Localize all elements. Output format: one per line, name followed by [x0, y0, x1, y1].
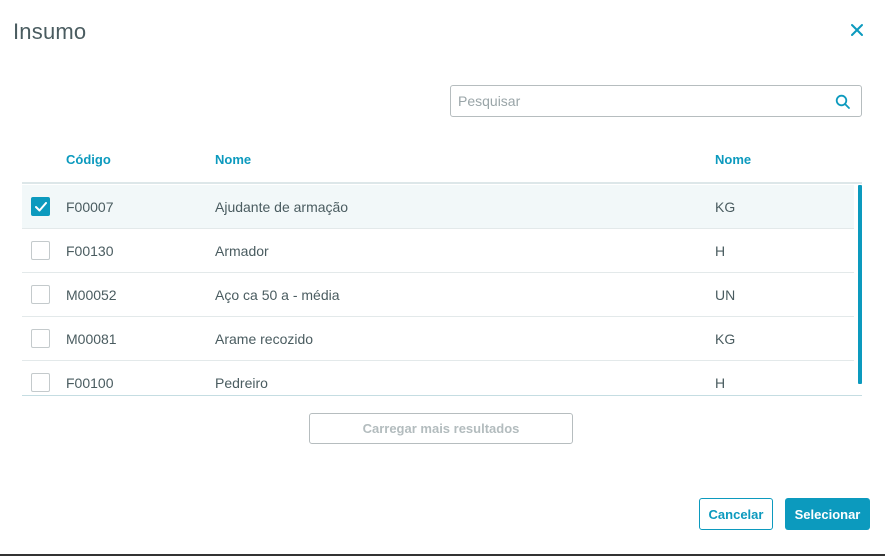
- row-checkbox[interactable]: [31, 241, 50, 260]
- cell-name: Arame recozido: [215, 331, 314, 347]
- cell-code: F00100: [66, 375, 114, 391]
- column-header-code[interactable]: Código: [66, 152, 111, 167]
- cell-unit: UN: [715, 287, 736, 303]
- cell-code: F00007: [66, 199, 114, 215]
- cell-unit: KG: [715, 331, 736, 347]
- row-checkbox[interactable]: [31, 373, 50, 392]
- cell-name: Pedreiro: [215, 375, 268, 391]
- insumo-dialog: Insumo Código Nome Nome F00007 Ajudante …: [0, 0, 885, 556]
- column-header-unit[interactable]: Nome: [715, 152, 751, 167]
- cancel-button[interactable]: Cancelar: [699, 498, 773, 530]
- load-more-button[interactable]: Carregar mais resultados: [309, 413, 573, 444]
- check-icon: [35, 202, 47, 212]
- cell-unit: H: [715, 243, 726, 259]
- table-row[interactable]: F00130 Armador H: [22, 229, 854, 273]
- table-row[interactable]: F00007 Ajudante de armação KG: [22, 185, 854, 229]
- table-header: Código Nome Nome: [22, 140, 862, 184]
- search-icon[interactable]: [835, 94, 851, 110]
- row-checkbox[interactable]: [31, 197, 50, 216]
- cell-name: Ajudante de armação: [215, 199, 349, 215]
- close-icon[interactable]: [846, 19, 868, 41]
- cell-unit: KG: [715, 199, 736, 215]
- search-box: [450, 85, 862, 117]
- search-input[interactable]: [458, 86, 828, 116]
- cell-code: M00081: [66, 331, 117, 347]
- table-row[interactable]: M00081 Arame recozido KG: [22, 317, 854, 361]
- cell-unit: H: [715, 375, 726, 391]
- row-checkbox[interactable]: [31, 285, 50, 304]
- table-body: F00007 Ajudante de armação KG F00130 Arm…: [22, 185, 862, 396]
- dialog-title: Insumo: [13, 19, 87, 44]
- cell-code: F00130: [66, 243, 114, 259]
- cell-name: Aço ca 50 a - média: [215, 287, 340, 303]
- row-checkbox[interactable]: [31, 329, 50, 348]
- table-row[interactable]: M00052 Aço ca 50 a - média UN: [22, 273, 854, 317]
- table-scrollbar[interactable]: [858, 185, 862, 384]
- cell-code: M00052: [66, 287, 117, 303]
- table-row[interactable]: F00100 Pedreiro H: [22, 361, 854, 395]
- cell-name: Armador: [215, 243, 269, 259]
- select-button[interactable]: Selecionar: [785, 498, 870, 530]
- column-header-name[interactable]: Nome: [215, 152, 251, 167]
